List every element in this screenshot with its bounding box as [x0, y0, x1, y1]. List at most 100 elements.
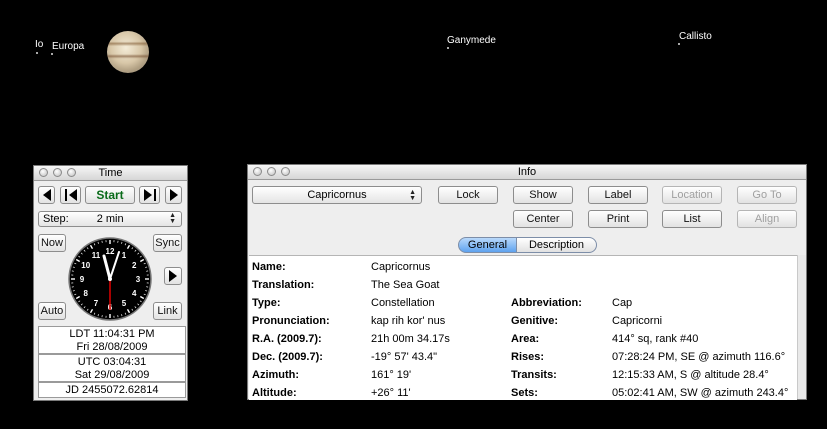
tab-general[interactable]: General	[458, 237, 517, 253]
julian-date: JD 2455072.62814	[65, 384, 159, 396]
info-window: Info Capricornus ▲ ▼ Lock Show Label Loca…	[247, 164, 807, 400]
triangle-left-icon	[42, 189, 51, 201]
forward-button[interactable]	[164, 267, 182, 285]
type-label: Type:	[252, 297, 281, 309]
step-back-one-button[interactable]	[60, 186, 81, 204]
clock-number: 4	[132, 289, 137, 298]
list-button[interactable]: List	[662, 210, 722, 228]
area-value: 414° sq, rank #40	[612, 333, 699, 345]
clock-number: 10	[81, 261, 90, 270]
time-titlebar[interactable]: Time	[34, 166, 187, 181]
type-value: Constellation	[371, 297, 435, 309]
analog-clock: 121234567891011	[68, 237, 152, 321]
ganymede-label: Ganymede	[447, 35, 496, 46]
close-button[interactable]	[253, 167, 262, 176]
location-button[interactable]: Location	[662, 186, 722, 204]
show-button[interactable]: Show	[513, 186, 573, 204]
clock-number: 11	[92, 251, 101, 260]
info-scrollbar[interactable]	[797, 255, 806, 399]
label-button[interactable]: Label	[588, 186, 648, 204]
step-forward-one-button[interactable]	[139, 186, 160, 204]
pronunciation-label: Pronunciation:	[252, 315, 330, 327]
dec-value: -19° 57' 43.4"	[371, 351, 438, 363]
transits-label: Transits:	[511, 369, 557, 381]
goto-button[interactable]: Go To	[737, 186, 797, 204]
start-button[interactable]: Start	[85, 186, 135, 204]
clock-number: 2	[132, 261, 137, 270]
time-window-title: Time	[98, 167, 123, 179]
minimize-button[interactable]	[267, 167, 276, 176]
clock-number: 8	[84, 289, 89, 298]
jupiter-planet[interactable]	[107, 31, 149, 73]
genitive-value: Capricorni	[612, 315, 663, 327]
europa-label: Europa	[52, 41, 85, 52]
object-select-value: Capricornus	[307, 189, 367, 201]
close-button[interactable]	[39, 168, 48, 177]
minimize-button[interactable]	[53, 168, 62, 177]
abbreviation-label: Abbreviation:	[511, 297, 582, 309]
bar-icon	[153, 189, 156, 201]
ldt-time: LDT 11:04:31 PM	[69, 328, 155, 340]
io-dot[interactable]	[36, 52, 38, 54]
io-label: Io	[35, 39, 44, 50]
link-button[interactable]: Link	[153, 302, 182, 320]
sets-label: Sets:	[511, 387, 538, 399]
rises-value: 07:28:24 PM, SE @ azimuth 116.6°	[612, 351, 786, 363]
sync-button[interactable]: Sync	[153, 234, 182, 252]
sky-view[interactable]: Io Europa Ganymede Callisto	[0, 0, 827, 160]
center-button[interactable]: Center	[513, 210, 573, 228]
ra-label: R.A. (2009.7):	[252, 333, 322, 345]
jd-display: JD 2455072.62814	[38, 382, 186, 398]
step-select[interactable]: Step: 2 min ▲ ▼	[38, 211, 182, 227]
abbreviation-value: Cap	[612, 297, 633, 309]
triangle-left-icon	[68, 189, 77, 201]
ganymede-dot[interactable]	[447, 47, 449, 49]
info-window-title: Info	[517, 166, 537, 178]
zoom-button[interactable]	[67, 168, 76, 177]
tab-description[interactable]: Description	[516, 237, 597, 253]
step-back-button[interactable]	[38, 186, 55, 204]
utc-time: UTC 03:04:31	[77, 356, 147, 368]
translation-value: The Sea Goat	[371, 279, 440, 291]
genitive-label: Genitive:	[511, 315, 559, 327]
transits-value: 12:15:33 AM, S @ altitude 28.4°	[612, 369, 769, 381]
zoom-button[interactable]	[281, 167, 290, 176]
clock-center	[108, 277, 112, 281]
clock-number: 12	[106, 247, 115, 256]
triangle-right-icon	[169, 270, 177, 282]
align-button[interactable]: Align	[737, 210, 797, 228]
window-controls	[39, 168, 76, 177]
dec-label: Dec. (2009.7):	[252, 351, 323, 363]
sets-value: 05:02:41 AM, SW @ azimuth 243.4°	[612, 387, 789, 399]
info-titlebar[interactable]: Info	[248, 165, 806, 180]
callisto-dot[interactable]	[678, 43, 680, 45]
time-window: Time Start Step: 2 min ▲ ▼ Now Sync Auto …	[33, 165, 188, 401]
utc-display: UTC 03:04:31 Sat 29/08/2009	[38, 354, 186, 382]
step-forward-button[interactable]	[165, 186, 182, 204]
now-button[interactable]: Now	[38, 234, 66, 252]
updown-arrows-icon: ▲ ▼	[409, 189, 416, 202]
info-content: Name: Capricornus Translation: The Sea G…	[249, 255, 797, 400]
azimuth-label: Azimuth:	[252, 369, 300, 381]
clock-number: 5	[122, 299, 127, 308]
pronunciation-value: kap rih kor' nus	[371, 315, 446, 327]
step-value: 2 min	[96, 213, 124, 225]
clock-number: 7	[94, 299, 99, 308]
ra-value: 21h 00m 34.17s	[371, 333, 450, 345]
object-select[interactable]: Capricornus ▲ ▼	[252, 186, 422, 204]
clock-number: 1	[122, 251, 127, 260]
altitude-label: Altitude:	[252, 387, 297, 399]
rises-label: Rises:	[511, 351, 545, 363]
lock-button[interactable]: Lock	[438, 186, 498, 204]
europa-dot[interactable]	[51, 53, 53, 55]
utc-date: Sat 29/08/2009	[74, 369, 150, 381]
area-label: Area:	[511, 333, 540, 345]
name-value: Capricornus	[371, 261, 431, 273]
azimuth-value: 161° 19'	[371, 369, 412, 381]
auto-button[interactable]: Auto	[38, 302, 66, 320]
ldt-display: LDT 11:04:31 PM Fri 28/08/2009	[38, 326, 186, 354]
triangle-right-icon	[169, 189, 178, 201]
print-button[interactable]: Print	[588, 210, 648, 228]
translation-label: Translation:	[252, 279, 315, 291]
altitude-value: +26° 11'	[371, 387, 411, 399]
